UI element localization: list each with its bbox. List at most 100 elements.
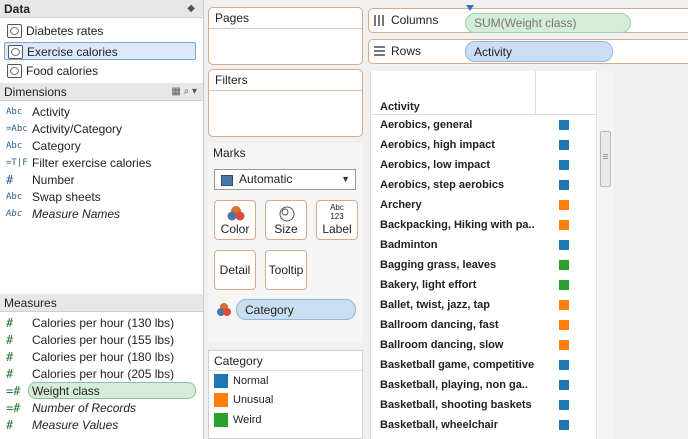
- row-label[interactable]: Aerobics, high impact: [380, 138, 540, 152]
- row-label[interactable]: Aerobics, general: [380, 118, 540, 132]
- tooltip-button[interactable]: Tooltip: [265, 250, 307, 290]
- columns-icon: [374, 15, 384, 26]
- square-mark[interactable]: [559, 260, 569, 270]
- color-button[interactable]: Color: [214, 200, 256, 240]
- size-button[interactable]: Size: [265, 200, 307, 240]
- square-mark[interactable]: [559, 300, 569, 310]
- datasource-label: Food calories: [26, 64, 99, 78]
- row-label[interactable]: Aerobics, step aerobics: [380, 178, 540, 192]
- field-category[interactable]: Abc Category: [6, 138, 196, 155]
- filters-shelf[interactable]: Filters: [208, 69, 363, 137]
- number-icon: #: [6, 350, 14, 364]
- row-label[interactable]: Ballroom dancing, fast: [380, 318, 540, 332]
- square-mark[interactable]: [559, 400, 569, 410]
- field-calories-155[interactable]: # Calories per hour (155 lbs): [6, 332, 196, 349]
- field-calories-205[interactable]: # Calories per hour (205 lbs): [6, 366, 196, 383]
- field-swap-sheets[interactable]: Abc Swap sheets: [6, 189, 196, 206]
- pages-title: Pages: [215, 11, 250, 25]
- field-measure-values[interactable]: # Measure Values: [6, 417, 196, 434]
- row-label[interactable]: Badminton: [380, 238, 540, 252]
- datasource-icon: [7, 24, 22, 38]
- legend-divider: [209, 370, 362, 371]
- field-label: Calories per hour (180 lbs): [32, 350, 175, 364]
- header-underline: [371, 114, 597, 115]
- square-mark[interactable]: [559, 380, 569, 390]
- detail-label: Detail: [219, 263, 251, 277]
- row-label[interactable]: Backpacking, Hiking with pa..: [380, 218, 540, 232]
- field-number-of-records[interactable]: =# Number of Records: [6, 400, 196, 417]
- number-icon: #: [6, 173, 14, 187]
- label-button[interactable]: Abc 123 Label: [316, 200, 358, 240]
- legend-item-unusual[interactable]: Unusual: [214, 392, 273, 408]
- square-mark[interactable]: [559, 180, 569, 190]
- vertical-scrollbar[interactable]: [596, 71, 614, 439]
- field-filter-exercise-calories[interactable]: =T|F Filter exercise calories: [6, 155, 196, 172]
- square-mark[interactable]: [559, 320, 569, 330]
- field-measure-names[interactable]: Abc Measure Names: [6, 206, 196, 223]
- field-number[interactable]: # Number: [6, 172, 196, 189]
- dimensions-tools[interactable]: ▦ ⌕ ▾: [171, 83, 197, 101]
- rows-icon: [374, 46, 385, 56]
- square-mark[interactable]: [559, 160, 569, 170]
- row-label[interactable]: Basketball, playing, non ga..: [380, 378, 540, 392]
- pages-shelf[interactable]: Pages: [208, 7, 363, 65]
- square-mark[interactable]: [559, 280, 569, 290]
- row-label[interactable]: Bagging grass, leaves: [380, 258, 540, 272]
- data-header-label: Data: [4, 2, 31, 16]
- row-label[interactable]: Aerobics, low impact: [380, 158, 540, 172]
- calculated-abc-icon: =Abc: [6, 124, 28, 134]
- datasource-label: Diabetes rates: [26, 24, 104, 38]
- square-mark[interactable]: [559, 200, 569, 210]
- square-mark[interactable]: [559, 420, 569, 430]
- square-mark[interactable]: [559, 240, 569, 250]
- legend-title: Category: [214, 354, 263, 368]
- label-label: Label: [322, 222, 352, 236]
- row-label[interactable]: Ballet, twist, jazz, tap: [380, 298, 540, 312]
- datasource-exercise-calories[interactable]: Exercise calories: [4, 42, 196, 60]
- rows-label: Rows: [391, 44, 422, 58]
- row-label[interactable]: Bakery, light effort: [380, 278, 540, 292]
- field-calories-180[interactable]: # Calories per hour (180 lbs): [6, 349, 196, 366]
- square-mark[interactable]: [559, 360, 569, 370]
- square-mark[interactable]: [559, 140, 569, 150]
- legend-label: Unusual: [233, 394, 274, 406]
- abc-icon: Abc: [6, 141, 23, 151]
- row-label[interactable]: Archery: [380, 198, 540, 212]
- legend-item-normal[interactable]: Normal: [214, 373, 268, 389]
- columns-pill-sum-weight-class[interactable]: SUM(Weight class): [465, 13, 631, 33]
- detail-button[interactable]: Detail: [214, 250, 256, 290]
- row-label[interactable]: Basketball, shooting baskets: [380, 398, 540, 412]
- datasource-food-calories[interactable]: Food calories: [4, 62, 196, 80]
- mark-type-dropdown[interactable]: Automatic ▼: [214, 169, 356, 190]
- field-calories-130[interactable]: # Calories per hour (130 lbs): [6, 315, 196, 332]
- datasource-diabetes-rates[interactable]: Diabetes rates: [4, 22, 196, 40]
- measures-header-label: Measures: [4, 296, 57, 310]
- abc-icon: Abc: [6, 192, 23, 202]
- field-activity[interactable]: Abc Activity: [6, 104, 196, 121]
- mark-type-icon: [221, 175, 233, 186]
- datasource-icon: [8, 45, 23, 59]
- legend-item-weird[interactable]: Weird: [214, 412, 262, 428]
- scrollbar-thumb[interactable]: [600, 131, 611, 187]
- calculated-number-icon: =#: [6, 401, 21, 415]
- color-field-pill[interactable]: Category: [236, 299, 356, 320]
- number-icon: #: [6, 418, 14, 432]
- row-label[interactable]: Basketball game, competitive: [380, 358, 540, 372]
- row-label[interactable]: Basketball, wheelchair: [380, 418, 540, 432]
- row-header-activity[interactable]: Activity: [380, 100, 540, 114]
- square-mark[interactable]: [559, 120, 569, 130]
- rows-pill-activity[interactable]: Activity: [465, 41, 613, 62]
- square-mark[interactable]: [559, 220, 569, 230]
- square-mark[interactable]: [559, 340, 569, 350]
- data-pane-header: Data ◆: [0, 0, 203, 18]
- tooltip-label: Tooltip: [268, 263, 304, 277]
- row-label[interactable]: Ballroom dancing, slow: [380, 338, 540, 352]
- mark-type-value: Automatic: [239, 172, 293, 186]
- collapse-icon[interactable]: ◆: [187, 0, 195, 18]
- field-label: Filter exercise calories: [32, 156, 152, 170]
- field-label: Swap sheets: [32, 190, 101, 204]
- dimensions-header-label: Dimensions: [4, 85, 67, 99]
- calculated-number-icon: =#: [6, 384, 21, 398]
- field-weight-class[interactable]: Weight class: [28, 382, 196, 399]
- field-activity-category[interactable]: =Abc Activity/Category: [6, 121, 196, 138]
